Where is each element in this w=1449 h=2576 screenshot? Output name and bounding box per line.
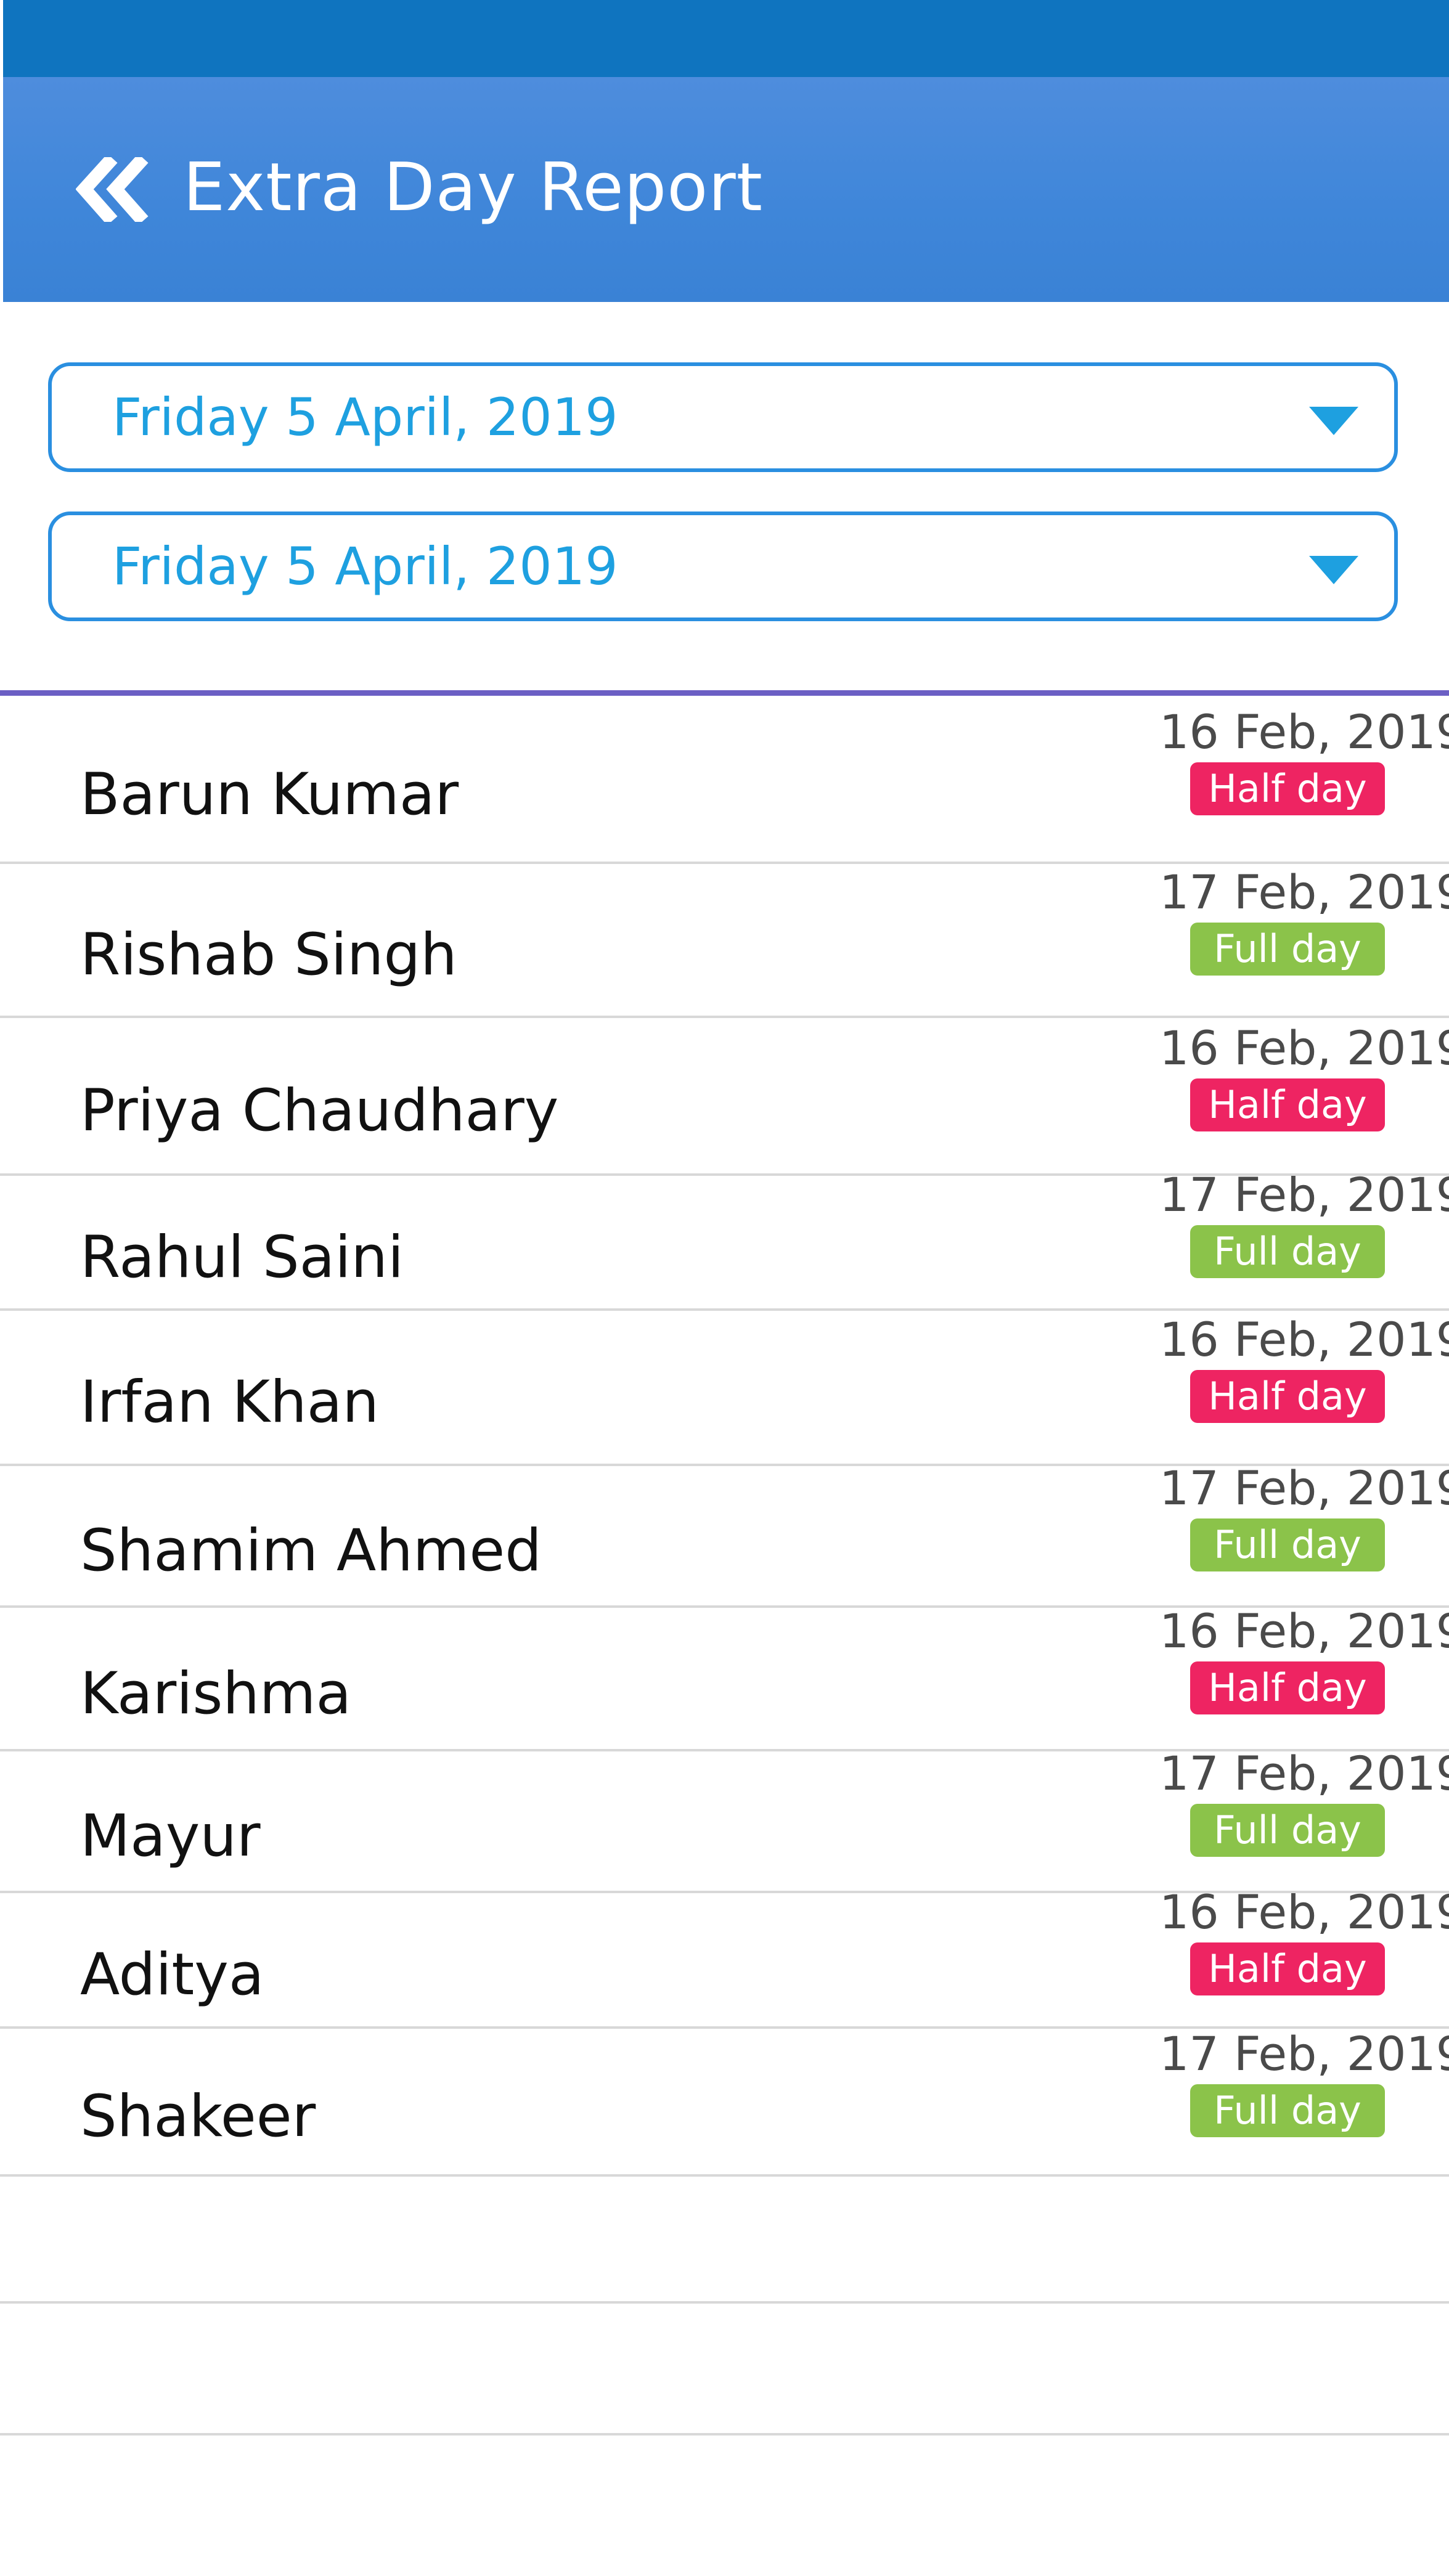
status-badge: Half day: [1190, 1370, 1385, 1423]
employee-name: Rahul Saini: [80, 1223, 404, 1291]
record-date: 16 Feb, 2019: [1159, 1603, 1449, 1658]
row-divider: [0, 1308, 1449, 1311]
row-divider: [0, 1016, 1449, 1018]
status-badge: Full day: [1190, 1518, 1385, 1571]
status-badge: Half day: [1190, 1661, 1385, 1714]
list-item[interactable]: Shakeer 17 Feb, 2019 Full day: [0, 2026, 1449, 2175]
status-bar: [3, 0, 1449, 77]
row-divider: [0, 2174, 1449, 2177]
employee-name: Priya Chaudhary: [80, 1077, 559, 1144]
row-divider: [0, 2433, 1449, 2435]
status-badge: Full day: [1190, 923, 1385, 976]
list-item[interactable]: Mayur 17 Feb, 2019 Full day: [0, 1746, 1449, 1892]
page-title: Extra Day Report: [183, 149, 764, 226]
section-divider: [0, 690, 1449, 696]
row-divider: [0, 2301, 1449, 2304]
status-badge: Half day: [1190, 1078, 1385, 1131]
employee-name: Aditya: [80, 1941, 264, 2008]
row-divider: [0, 1891, 1449, 1893]
row-divider: [0, 2026, 1449, 2029]
record-date: 17 Feb, 2019: [1159, 865, 1449, 919]
status-badge: Half day: [1190, 762, 1385, 815]
status-badge: Full day: [1190, 1804, 1385, 1857]
row-divider: [0, 1464, 1449, 1466]
record-date: 17 Feb, 2019: [1159, 1746, 1449, 1801]
list-item[interactable]: Priya Chaudhary 16 Feb, 2019 Half day: [0, 1017, 1449, 1175]
to-date-select[interactable]: Friday 5 April, 2019: [48, 512, 1398, 621]
record-date: 17 Feb, 2019: [1159, 2026, 1449, 2081]
status-badge: Full day: [1190, 1225, 1385, 1278]
list-item[interactable]: Aditya 16 Feb, 2019 Half day: [0, 1885, 1449, 2028]
record-date: 17 Feb, 2019: [1159, 1461, 1449, 1515]
employee-name: Shakeer: [80, 2083, 316, 2150]
record-date: 16 Feb, 2019: [1159, 704, 1449, 759]
double-chevron-left-icon[interactable]: [75, 153, 150, 226]
list-item[interactable]: Irfan Khan 16 Feb, 2019 Half day: [0, 1310, 1449, 1465]
employee-name: Barun Kumar: [80, 760, 459, 828]
row-divider: [0, 1605, 1449, 1608]
list-item[interactable]: Shamim Ahmed 17 Feb, 2019 Full day: [0, 1461, 1449, 1607]
list-item[interactable]: Karishma 16 Feb, 2019 Half day: [0, 1604, 1449, 1750]
from-date-select[interactable]: Friday 5 April, 2019: [48, 362, 1398, 472]
row-divider: [0, 862, 1449, 864]
to-date-value: Friday 5 April, 2019: [112, 536, 618, 597]
row-divider: [0, 1749, 1449, 1751]
record-date: 16 Feb, 2019: [1159, 1312, 1449, 1367]
list-item[interactable]: Barun Kumar 16 Feb, 2019 Half day: [0, 696, 1449, 863]
employee-name: Mayur: [80, 1803, 261, 1870]
record-date: 16 Feb, 2019: [1159, 1021, 1449, 1075]
employee-name: Shamim Ahmed: [80, 1517, 542, 1584]
employee-name: Irfan Khan: [80, 1369, 379, 1436]
list-item[interactable]: Rahul Saini 17 Feb, 2019 Full day: [0, 1167, 1449, 1310]
employee-name: Karishma: [80, 1660, 352, 1727]
employee-name: Rishab Singh: [80, 921, 457, 988]
triangle-down-icon: [1309, 556, 1358, 584]
row-divider: [0, 1173, 1449, 1176]
triangle-down-icon: [1309, 407, 1358, 435]
status-badge: Full day: [1190, 2084, 1385, 2137]
list-item[interactable]: Rishab Singh 17 Feb, 2019 Full day: [0, 863, 1449, 1017]
from-date-value: Friday 5 April, 2019: [112, 387, 618, 447]
status-badge: Half day: [1190, 1942, 1385, 1995]
